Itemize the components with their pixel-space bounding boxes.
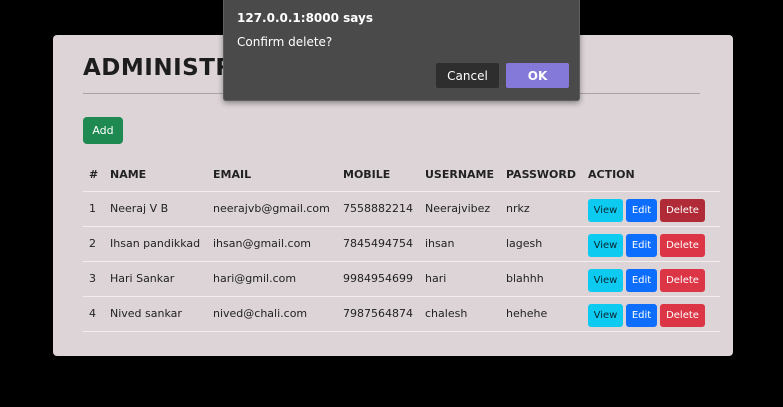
ok-button[interactable]: OK <box>506 63 569 88</box>
confirm-dialog: 127.0.0.1:8000 says Confirm delete? Canc… <box>223 0 580 101</box>
dialog-origin: 127.0.0.1:8000 says <box>237 11 373 25</box>
cancel-button[interactable]: Cancel <box>436 63 499 88</box>
dialog-message: Confirm delete? <box>237 35 333 49</box>
